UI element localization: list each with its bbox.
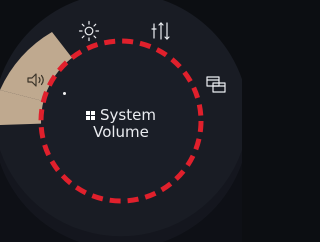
center-line2: Volume — [93, 123, 149, 141]
rotation-indicator — [63, 92, 66, 95]
center-line1: System — [100, 106, 156, 124]
adjust-tool[interactable] — [150, 20, 172, 42]
screen-tool[interactable] — [205, 73, 227, 95]
sun-icon — [78, 20, 100, 42]
surface-dial-menu: System Volume — [0, 0, 242, 242]
volume-tool[interactable] — [25, 69, 47, 91]
center-label-row: System — [71, 107, 171, 124]
brightness-tool[interactable] — [78, 20, 100, 42]
sliders-arrows-icon — [151, 22, 170, 40]
screen-swap-icon — [206, 76, 226, 93]
windows-icon — [86, 111, 96, 120]
speaker-icon — [27, 73, 44, 87]
center-label[interactable]: System Volume — [71, 107, 171, 141]
